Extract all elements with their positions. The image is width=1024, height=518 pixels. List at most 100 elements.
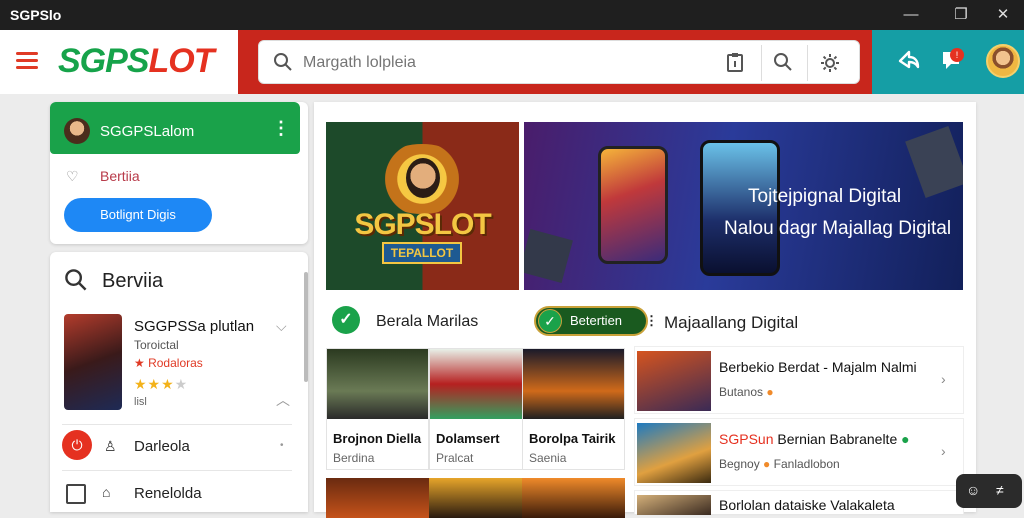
clipboard-icon[interactable] — [725, 52, 745, 74]
main-content: SGPSLOT TEPALLOT Tojtejpignal Digital Na… — [314, 102, 976, 518]
tile-title: Brojnon Diella — [333, 431, 422, 446]
cube-decoration — [905, 125, 963, 199]
hero-line-2: Nalou dagr Majallag Digital — [724, 218, 952, 239]
app-header: SGPSLOT ! — [0, 30, 1024, 94]
cube-decoration — [524, 229, 573, 283]
game-thumbnail[interactable] — [64, 314, 122, 410]
more-vertical-icon[interactable]: ⋮ — [645, 308, 658, 334]
heart-outline-icon[interactable]: ♡ — [66, 168, 79, 185]
user-avatar[interactable] — [986, 44, 1020, 78]
verified-icon: ● — [901, 431, 910, 447]
sidebar-item-label[interactable]: Darleola — [134, 438, 190, 455]
minimize-button[interactable]: — — [900, 4, 922, 26]
home-icon: ⌂ — [102, 484, 111, 500]
window-title: SGPSlo — [10, 7, 62, 23]
game-tile[interactable] — [522, 478, 625, 518]
app-logo[interactable]: SGPSLOT — [58, 42, 214, 81]
promo-banner-hero[interactable]: Tojtejpignal Digital Nalou dagr Majallag… — [524, 122, 963, 290]
game-tile[interactable] — [326, 478, 429, 518]
profile-avatar — [64, 118, 90, 144]
check-icon: ✓ — [332, 306, 360, 334]
sidebar-panel: Berviia SGGPSSa plutlan Toroictal ★ Roda… — [50, 252, 308, 512]
tile-subtitle: Berdina — [333, 451, 375, 465]
news-item[interactable]: Berbekio Berdat - Majalm Nalmi Butanos ●… — [634, 346, 964, 414]
feature-pill-button[interactable]: ✓ Betertien ⋮ — [534, 306, 658, 336]
sidebar-item-label[interactable]: Renelolda — [134, 485, 202, 502]
check-icon: ✓ — [538, 309, 562, 333]
stars-filled: ★★★ — [134, 376, 175, 392]
tile-image — [327, 349, 428, 419]
floating-action-button[interactable]: ☺ ≠ — [956, 474, 1022, 508]
banner-mascot — [404, 156, 442, 200]
chevron-right-icon[interactable]: › — [941, 371, 946, 387]
tile-subtitle: Saenia — [529, 451, 567, 465]
search-icon[interactable] — [64, 268, 88, 292]
profile-header[interactable]: SGGPSLalom ⋮ — [50, 102, 300, 154]
settings-icon[interactable] — [819, 52, 841, 74]
game-badge: ★ Rodaloras — [134, 356, 203, 370]
game-tile[interactable] — [429, 478, 532, 518]
logo-accent-text: LOT — [148, 42, 214, 80]
banner-logo-text: SGPSLOT — [354, 208, 491, 241]
primary-pill-button[interactable]: Botlignt Digis — [64, 198, 212, 232]
news-title: Borlolan dataiske Valakaleta — [719, 497, 895, 513]
search-separator — [807, 45, 808, 81]
phone-illustration — [598, 146, 668, 264]
power-icon[interactable]: ⏻ — [62, 430, 92, 460]
divider — [62, 470, 292, 471]
bookmark-label[interactable]: Bertiia — [100, 168, 140, 184]
search-icon[interactable] — [773, 52, 793, 72]
news-thumbnail — [637, 495, 711, 515]
game-tile[interactable]: Brojnon Diella Berdina — [326, 348, 429, 470]
more-vertical-icon[interactable]: ⋮ — [272, 118, 290, 139]
news-title: SGPSun Bernian Babranelte ● — [719, 431, 910, 447]
banner-tag: TEPALLOT — [382, 242, 462, 264]
game-tile[interactable]: Borolpa Tairik Saenia — [522, 348, 625, 470]
game-tiles: Brojnon Diella Berdina Dolamsert Pralcat… — [326, 348, 628, 518]
menu-icon: ≠ — [996, 482, 1004, 498]
feature-label[interactable]: Majaallang Digital — [664, 313, 798, 333]
feature-label[interactable]: Berala Marilas — [376, 313, 478, 331]
news-item[interactable]: Borlolan dataiske Valakaleta — [634, 490, 964, 515]
menu-icon[interactable] — [16, 52, 38, 70]
hero-line-1: Tojtejpignal Digital — [748, 186, 902, 207]
game-tile[interactable]: Dolamsert Pralcat — [429, 348, 532, 470]
phone-illustration — [700, 140, 780, 276]
divider — [62, 424, 292, 425]
feature-pill-label: Betertien — [570, 313, 623, 328]
news-source-2: Fanladlobon — [773, 457, 840, 471]
frame-icon[interactable] — [66, 484, 86, 504]
promo-banner-logo[interactable]: SGPSLOT TEPALLOT — [326, 122, 519, 290]
sidebar-scrollbar[interactable] — [304, 272, 308, 382]
search-input[interactable] — [303, 51, 703, 75]
news-source: Butanos — [719, 385, 764, 399]
window-titlebar: SGPSlo — ❐ ✕ — [0, 0, 1024, 30]
controller-icon: ☺ — [966, 482, 981, 498]
chevron-right-icon[interactable]: › — [941, 443, 946, 459]
news-title-brand: SGPSun — [719, 431, 774, 447]
profile-name: SGGPSLalom — [100, 123, 195, 140]
game-rating: ★★★★ — [134, 376, 188, 393]
user-icon: ♙ — [104, 438, 117, 454]
search-separator — [761, 45, 762, 81]
news-item[interactable]: SGPSun Bernian Babranelte ● Begnoy ● Fan… — [634, 418, 964, 486]
stars-empty: ★ — [174, 376, 189, 392]
chevron-down-icon[interactable]: ⌵ — [276, 318, 287, 335]
info-icon: ● — [766, 385, 774, 399]
profile-card: SGGPSLalom ⋮ ♡ Bertiia Botlignt Digis — [50, 102, 308, 244]
restore-button[interactable]: ❐ — [950, 4, 972, 26]
news-title-rest: Bernian Babranelte — [773, 431, 898, 447]
news-meta: Begnoy ● Fanladlobon — [719, 457, 840, 471]
bullet-icon: • — [280, 440, 284, 451]
news-meta: Butanos ● — [719, 385, 774, 399]
close-button[interactable]: ✕ — [992, 4, 1014, 26]
share-icon[interactable] — [896, 48, 922, 74]
chevron-up-icon[interactable]: ︿ — [276, 390, 290, 410]
notification-badge: ! — [950, 48, 964, 62]
game-badge-text: Rodaloras — [148, 356, 203, 370]
game-title[interactable]: SGGPSSa plutlan — [134, 318, 254, 335]
search-bar — [258, 40, 860, 84]
search-icon — [274, 53, 292, 71]
news-thumbnail — [637, 423, 711, 483]
tile-title: Dolamsert — [436, 431, 500, 446]
